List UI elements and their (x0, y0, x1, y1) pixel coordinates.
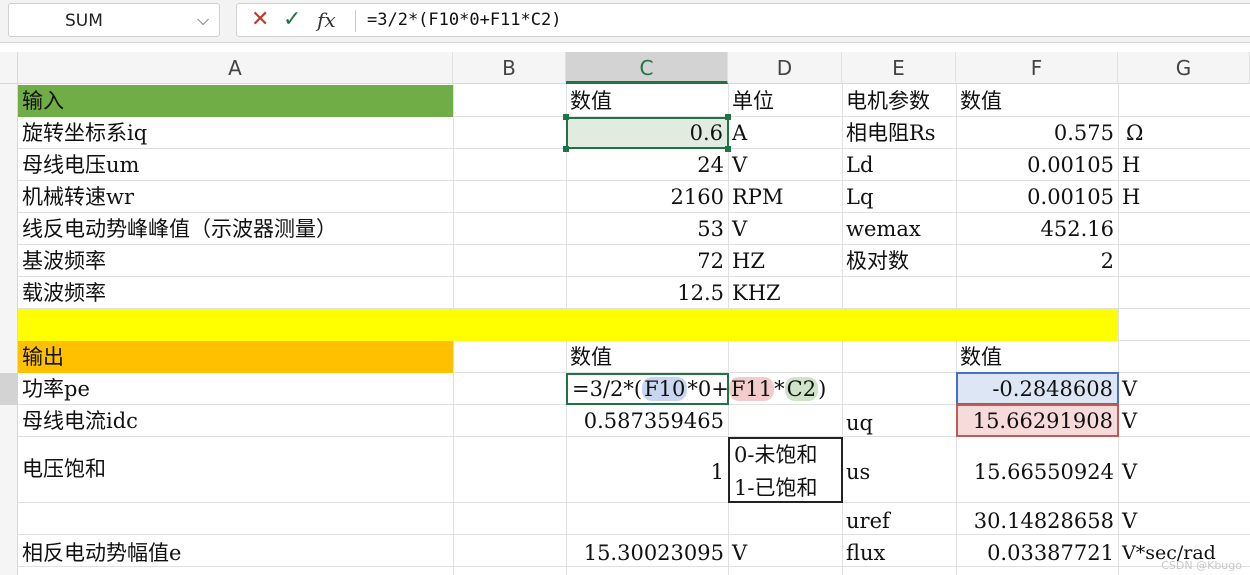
cell-f9[interactable]: 数值 (956, 341, 1118, 373)
cell-e11[interactable]: uq (842, 405, 956, 437)
cell-g11[interactable]: V (1118, 405, 1250, 437)
row-header-strip[interactable] (0, 84, 18, 575)
cell-f5[interactable]: 452.16 (956, 213, 1118, 245)
divider (355, 10, 356, 32)
cell-d4[interactable]: RPM (728, 181, 842, 213)
cell-d14[interactable]: V (728, 535, 842, 567)
cell-a12[interactable]: 电压饱和 (18, 437, 453, 502)
cell-e6[interactable]: 极对数 (842, 245, 956, 277)
cell-c9[interactable]: 数值 (566, 341, 728, 373)
cell-c14[interactable]: 15.30023095 (566, 535, 728, 567)
formula-text: *0+ (687, 377, 729, 401)
cell-g12[interactable]: V (1118, 437, 1250, 502)
column-header-e[interactable]: E (842, 52, 956, 84)
cell-d7[interactable]: KHZ (728, 277, 842, 309)
cell-f12[interactable]: 15.66550924 (956, 437, 1118, 502)
cell-e1[interactable]: 电机参数 (842, 85, 956, 117)
formula-text: * (774, 377, 785, 401)
cell-g2[interactable]: Ω (1118, 117, 1250, 149)
cell-f13[interactable]: 30.14828658 (956, 503, 1118, 535)
column-header-a[interactable]: A (18, 52, 453, 84)
cell-c1[interactable]: 数值 (566, 85, 728, 117)
column-header-c[interactable]: C (566, 52, 728, 84)
cell-a3[interactable]: 母线电压um (18, 149, 453, 181)
cell-e14[interactable]: flux (842, 535, 956, 567)
fill-handle[interactable] (563, 114, 569, 120)
cell-d1[interactable]: 单位 (728, 85, 842, 117)
cell-a9[interactable]: 输出 (18, 341, 453, 373)
cell-d12-note[interactable]: 0-未饱和 1-已饱和 (728, 437, 843, 503)
formula-input-area[interactable]: ✕ ✓ fx =3/2*(F10*0+F11*C2) (236, 3, 1250, 37)
cell-d5[interactable]: V (728, 213, 842, 245)
column-header-d[interactable]: D (728, 52, 842, 84)
cell-d2[interactable]: A (728, 117, 842, 149)
cell-a10[interactable]: 功率pe (18, 373, 453, 405)
cell-a6[interactable]: 基波频率 (18, 245, 453, 277)
cell-c11[interactable]: 0.587359465 (566, 405, 728, 437)
cell-c12[interactable]: 1 (566, 437, 728, 502)
column-header-g[interactable]: G (1118, 52, 1250, 84)
formula-input[interactable]: =3/2*(F10*0+F11*C2) (367, 10, 561, 30)
cell-g4[interactable]: H (1118, 181, 1250, 213)
cell-c5[interactable]: 53 (566, 213, 728, 245)
separator-fill (18, 309, 1118, 341)
column-header-f[interactable]: F (956, 52, 1118, 84)
cell-a4[interactable]: 机械转速wr (18, 181, 453, 213)
cell-a1[interactable]: 输入 (18, 85, 453, 117)
cell-c10-editing[interactable]: =3/2*(F10*0+F11*C2) (566, 373, 826, 405)
row-header-selected[interactable] (0, 373, 18, 405)
formula-text: ) (818, 377, 827, 401)
cell-c6[interactable]: 72 (566, 245, 728, 277)
cell-f10[interactable]: -0.2848608 (956, 372, 1119, 405)
cell-c2[interactable]: 0.6 (566, 117, 729, 149)
cell-a5[interactable]: 线反电动势峰峰值（示波器测量） (18, 213, 453, 245)
formula-bar: SUM ⌵ ✕ ✓ fx =3/2*(F10*0+F11*C2) (0, 0, 1250, 43)
cell-d3[interactable]: V (728, 149, 842, 181)
cell-e5[interactable]: wemax (842, 213, 956, 245)
cell-g10[interactable]: V (1118, 373, 1250, 405)
select-all-corner[interactable] (0, 52, 18, 84)
enter-icon[interactable]: ✓ (283, 7, 301, 32)
cell-f3[interactable]: 0.00105 (956, 149, 1118, 181)
cell-f11[interactable]: 15.66291908 (956, 404, 1119, 437)
formula-text: =3/2*( (572, 377, 643, 401)
cell-e4[interactable]: Lq (842, 181, 956, 213)
cell-c4[interactable]: 2160 (566, 181, 728, 213)
cell-c3[interactable]: 24 (566, 149, 728, 181)
cell-f2[interactable]: 0.575 (956, 117, 1118, 149)
cell-e2[interactable]: 相电阻Rs (842, 117, 956, 149)
ref-chip-f11: F11 (728, 377, 775, 401)
watermark: CSDN @Kbugo (1161, 559, 1242, 572)
cell-a7[interactable]: 载波频率 (18, 277, 453, 309)
cell-a14[interactable]: 相反电动势幅值e (18, 535, 453, 567)
cell-f6[interactable]: 2 (956, 245, 1118, 277)
chevron-down-icon[interactable]: ⌵ (197, 10, 209, 30)
name-box[interactable]: SUM ⌵ (8, 3, 220, 37)
cell-e3[interactable]: Ld (842, 149, 956, 181)
note-line-2: 1-已饱和 (734, 476, 818, 500)
cell-a11[interactable]: 母线电流idc (18, 405, 453, 437)
name-box-value: SUM (65, 11, 103, 31)
cell-f4[interactable]: 0.00105 (956, 181, 1118, 213)
cell-f14[interactable]: 0.03387721 (956, 535, 1118, 567)
column-header-b[interactable]: B (453, 52, 566, 84)
cell-e13[interactable]: uref (842, 503, 956, 535)
insert-function-icon[interactable]: fx (317, 8, 336, 32)
ref-chip-c2: C2 (784, 377, 819, 401)
cancel-icon[interactable]: ✕ (251, 7, 269, 32)
cell-e12[interactable]: us (842, 437, 956, 502)
cell-g3[interactable]: H (1118, 149, 1250, 181)
cell-a2[interactable]: 旋转坐标系iq (18, 117, 453, 149)
cell-d6[interactable]: HZ (728, 245, 842, 277)
ref-chip-f10: F10 (642, 377, 688, 401)
note-line-1: 0-未饱和 (734, 443, 818, 467)
cell-f1[interactable]: 数值 (956, 85, 1118, 117)
cell-c7[interactable]: 12.5 (566, 277, 728, 309)
cell-g13[interactable]: V (1118, 503, 1250, 535)
